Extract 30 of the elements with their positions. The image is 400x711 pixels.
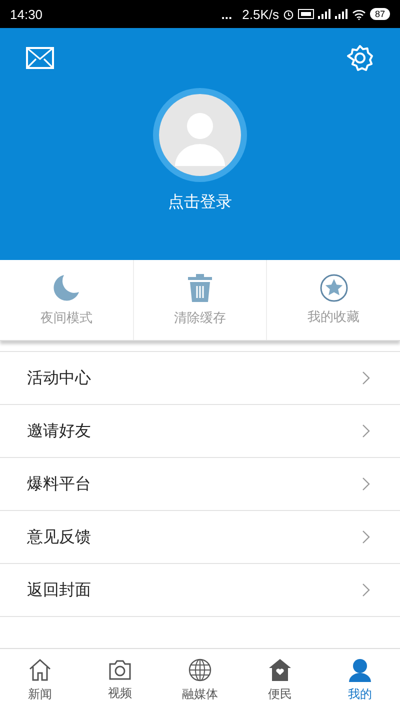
signal-icon (334, 9, 348, 19)
globe-icon (188, 658, 212, 682)
notification-dots: ... (221, 6, 232, 22)
camera-icon (108, 658, 132, 680)
nav-tab[interactable]: 便民 (240, 649, 320, 711)
nav-tab[interactable]: 新闻 (0, 649, 80, 711)
mail-icon[interactable] (26, 47, 54, 69)
avatar-icon[interactable] (159, 94, 241, 176)
clock: 14:30 (10, 6, 43, 22)
chevron-icon (362, 424, 370, 438)
trash-icon (187, 273, 213, 303)
home-icon (28, 658, 52, 682)
person-icon (348, 658, 372, 682)
signal-icon (318, 9, 331, 19)
vpn-icon (298, 9, 314, 19)
login-link[interactable]: 点击登录 (164, 190, 236, 215)
chevron-icon (362, 583, 370, 597)
nav-tab[interactable]: 视频 (80, 649, 160, 711)
house-icon (268, 658, 292, 682)
settings-icon[interactable] (346, 44, 374, 72)
battery-level: 87 (370, 8, 390, 20)
nav-tab[interactable]: 我的 (320, 649, 400, 711)
alarm-icon (282, 8, 294, 20)
chevron-icon (362, 530, 370, 544)
wifi-icon (352, 8, 366, 20)
network-speed: 2.5K/s (242, 6, 279, 22)
moon-icon (51, 273, 82, 303)
chevron-icon (362, 371, 370, 385)
chevron-icon (362, 477, 370, 491)
nav-tab[interactable]: 融媒体 (160, 649, 240, 711)
